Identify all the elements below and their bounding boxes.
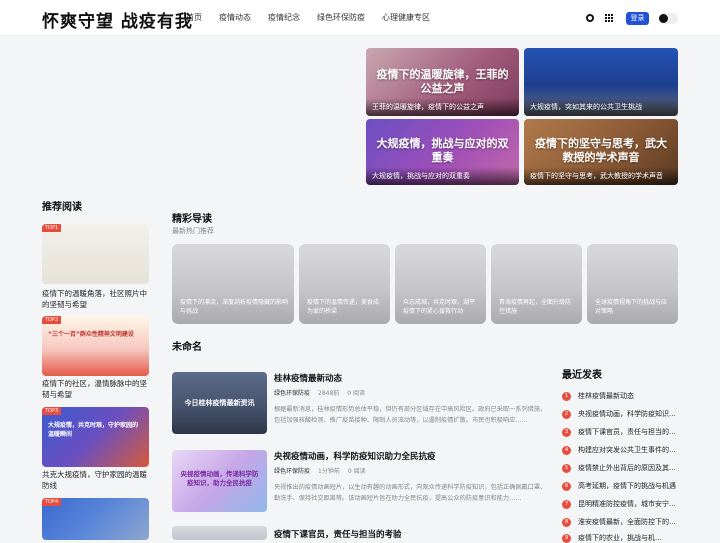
rank-number: 7 bbox=[562, 499, 571, 509]
nav-item-green-prevention[interactable]: 绿色环保防疫 bbox=[317, 12, 365, 23]
featured-card-5[interactable]: 全球疫情视角下的挑战与应对策略 bbox=[587, 244, 678, 324]
featured-subtitle: 最新热门推荐 bbox=[172, 227, 214, 235]
featured-card-caption: 青海疫情再起，全面升级防控措施 bbox=[499, 299, 572, 315]
thumb-text: 央视疫情动画，传递科学防疫知识，助力全民抗疫 bbox=[180, 470, 259, 487]
featured-card-1[interactable]: 疫情下的凛流，深度剖析疫情隐藏的影响与挑战 bbox=[172, 244, 294, 324]
article-list-title: 未命名 bbox=[172, 342, 202, 353]
rank-number: 3 bbox=[562, 427, 571, 437]
featured-card-caption: 全球疫情视角下的挑战与应对策略 bbox=[595, 299, 668, 315]
latest-item[interactable]: 5 疫情禁止外出背后的原因及其... bbox=[562, 463, 682, 473]
theme-toggle[interactable] bbox=[658, 13, 678, 24]
hero-card-4[interactable]: 疫情下的坚守与思考，武大教授的学术声音 疫情下的坚守与思考，武大教授的学术声音 bbox=[524, 119, 678, 185]
article-author[interactable]: 绿色环保防疫 bbox=[274, 390, 310, 397]
main-nav: 首页 疫情动态 疫情纪念 绿色环保防疫 心理健康专区 bbox=[186, 12, 447, 23]
rank-badge: TOP4 bbox=[42, 498, 62, 506]
article-reads: 0 阅读 bbox=[347, 390, 366, 397]
nav-item-epidemic-news[interactable]: 疫情动态 bbox=[219, 12, 251, 23]
recommend-item-title[interactable]: 疫情下的社区，温情脉脉中的坚韧与希望 bbox=[42, 378, 152, 400]
hero-caption: 大规疫情，挑战与应对的双重奏 bbox=[366, 167, 519, 185]
article-title[interactable]: 央视疫情动画，科学防疫知识助力全民抗疫 bbox=[274, 450, 436, 462]
recommend-thumb[interactable]: TOP2 “三个一百”群众性精神文明建设 bbox=[42, 316, 149, 376]
rank-number: 1 bbox=[562, 391, 571, 401]
latest-item[interactable]: 3 疫情下课官员，责任与担当的... bbox=[562, 427, 682, 437]
article-meta: 绿色环保防疫 1分钟前 0 阅读 bbox=[274, 466, 374, 475]
thumb-text: “三个一百”群众性精神文明建设 bbox=[48, 331, 134, 338]
hero-caption: 疫情下的坚守与思考，武大教授的学术声音 bbox=[524, 167, 678, 185]
recommend-item-title[interactable]: 共克大规疫情，守护家园的温暖防线 bbox=[42, 469, 152, 491]
article-reads: 0 阅读 bbox=[347, 468, 366, 475]
hero-headline: 疫情下的温暖旋律，王菲的公益之声 bbox=[376, 68, 509, 95]
featured-card-caption: 疫情下的温情传递，美食成为爱的桥梁 bbox=[307, 299, 380, 315]
recommend-thumb[interactable]: TOP1 bbox=[42, 224, 149, 284]
article-excerpt: 央视推出的疫情动画短片，以生动有趣的动画形式，向观众传递科学防疫知识，包括正确佩… bbox=[274, 484, 547, 502]
article-title[interactable]: 疫情下课官员，责任与担当的考验 bbox=[274, 528, 402, 540]
rank-number: 4 bbox=[562, 445, 571, 455]
search-icon[interactable] bbox=[586, 14, 594, 22]
nav-item-memorial[interactable]: 疫情纪念 bbox=[268, 12, 300, 23]
article-time: 2848前 bbox=[318, 390, 340, 397]
featured-title: 精彩导读 bbox=[172, 214, 212, 225]
recommend-title: 推荐阅读 bbox=[42, 202, 82, 213]
thumb-text: 今日桂林疫情最新资讯 bbox=[184, 399, 255, 407]
latest-item[interactable]: 8 淮安疫情最新，全面防控下的... bbox=[562, 517, 682, 527]
hero-headline: 疫情下的坚守与思考，武大教授的学术声音 bbox=[535, 137, 667, 164]
article-time: 1分钟前 bbox=[318, 468, 340, 475]
rank-number: 8 bbox=[562, 517, 571, 527]
latest-item[interactable]: 4 构建应对突发公共卫生事件的... bbox=[562, 445, 682, 455]
rank-badge: TOP3 bbox=[42, 407, 62, 415]
rank-badge: TOP2 bbox=[42, 316, 62, 324]
article-thumb[interactable]: 央视疫情动画，传递科学防疫知识，助力全民抗疫 bbox=[172, 450, 267, 512]
top-navbar: 怀爽守望 战疫有我 首页 疫情动态 疫情纪念 绿色环保防疫 心理健康专区 登录 bbox=[0, 0, 720, 36]
recommend-thumb[interactable]: TOP4 bbox=[42, 498, 149, 540]
nav-item-home[interactable]: 首页 bbox=[186, 12, 202, 23]
hero-card-3[interactable]: 大规疫情，挑战与应对的双重奏 大规疫情，挑战与应对的双重奏 bbox=[366, 119, 519, 185]
rank-badge: TOP1 bbox=[42, 224, 62, 232]
recommend-item-title[interactable]: 疫情下的温暖角落，社区照片中的坚韧与希望 bbox=[42, 288, 152, 310]
latest-item[interactable]: 7 昆明精准防控疫情，城市安宁... bbox=[562, 499, 682, 509]
featured-card-4[interactable]: 青海疫情再起，全面升级防控措施 bbox=[491, 244, 582, 324]
recommend-thumb[interactable]: TOP3 大规疫情，共克时艰，守护家园的温暖瞬间 bbox=[42, 407, 149, 467]
article-author[interactable]: 绿色环保防疫 bbox=[274, 468, 310, 475]
featured-card-caption: 疫情下的凛流，深度剖析疫情隐藏的影响与挑战 bbox=[180, 299, 289, 315]
featured-card-2[interactable]: 疫情下的温情传递，美食成为爱的桥梁 bbox=[299, 244, 390, 324]
login-button[interactable]: 登录 bbox=[626, 12, 649, 25]
hero-headline: 大规疫情，挑战与应对的双重奏 bbox=[376, 137, 509, 164]
latest-title: 最近发表 bbox=[562, 370, 602, 381]
hero-card-2[interactable]: 大规疫情，突如其来的公共卫生挑战 bbox=[524, 48, 678, 116]
hero-caption: 王菲的温暖旋律，疫情下的公益之声 bbox=[366, 98, 519, 116]
rank-number: 9 bbox=[562, 533, 571, 543]
hero-caption: 大规疫情，突如其来的公共卫生挑战 bbox=[524, 98, 678, 116]
featured-card-3[interactable]: 众志成城，共克时艰，湖平疫情下的紧心援救行动 bbox=[395, 244, 486, 324]
nav-item-mental-health[interactable]: 心理健康专区 bbox=[382, 12, 430, 23]
hero-card-1[interactable]: 疫情下的温暖旋律，王菲的公益之声 王菲的温暖旋律，疫情下的公益之声 bbox=[366, 48, 519, 116]
thumb-text: 大规疫情，共克时艰，守护家园的温暖瞬间 bbox=[48, 422, 139, 438]
latest-item[interactable]: 6 高考延期，疫情下的挑战与机遇 bbox=[562, 481, 682, 491]
rank-number: 2 bbox=[562, 409, 571, 419]
rank-number: 6 bbox=[562, 481, 571, 491]
article-meta: 绿色环保防疫 2848前 0 阅读 bbox=[274, 388, 373, 397]
site-logo[interactable]: 怀爽守望 战疫有我 bbox=[42, 7, 193, 32]
latest-item[interactable]: 1 桂林疫情最新动态 bbox=[562, 391, 682, 401]
article-thumb[interactable]: 今日桂林疫情最新资讯 bbox=[172, 372, 267, 434]
article-excerpt: 根据最新消息，桂林疫情形势总体平稳，但仍有部分区域存在中高风险区。政府已采取一系… bbox=[274, 406, 547, 424]
rank-number: 5 bbox=[562, 463, 571, 473]
article-title[interactable]: 桂林疫情最新动态 bbox=[274, 372, 342, 384]
article-thumb[interactable] bbox=[172, 526, 267, 540]
featured-card-caption: 众志成城，共克时艰，湖平疫情下的紧心援救行动 bbox=[403, 299, 476, 315]
latest-item[interactable]: 2 央视疫情动画，科学防疫知识... bbox=[562, 409, 682, 419]
apps-grid-icon[interactable] bbox=[605, 14, 613, 22]
latest-item[interactable]: 9 疫情下的农业，挑战与机... bbox=[562, 533, 682, 543]
